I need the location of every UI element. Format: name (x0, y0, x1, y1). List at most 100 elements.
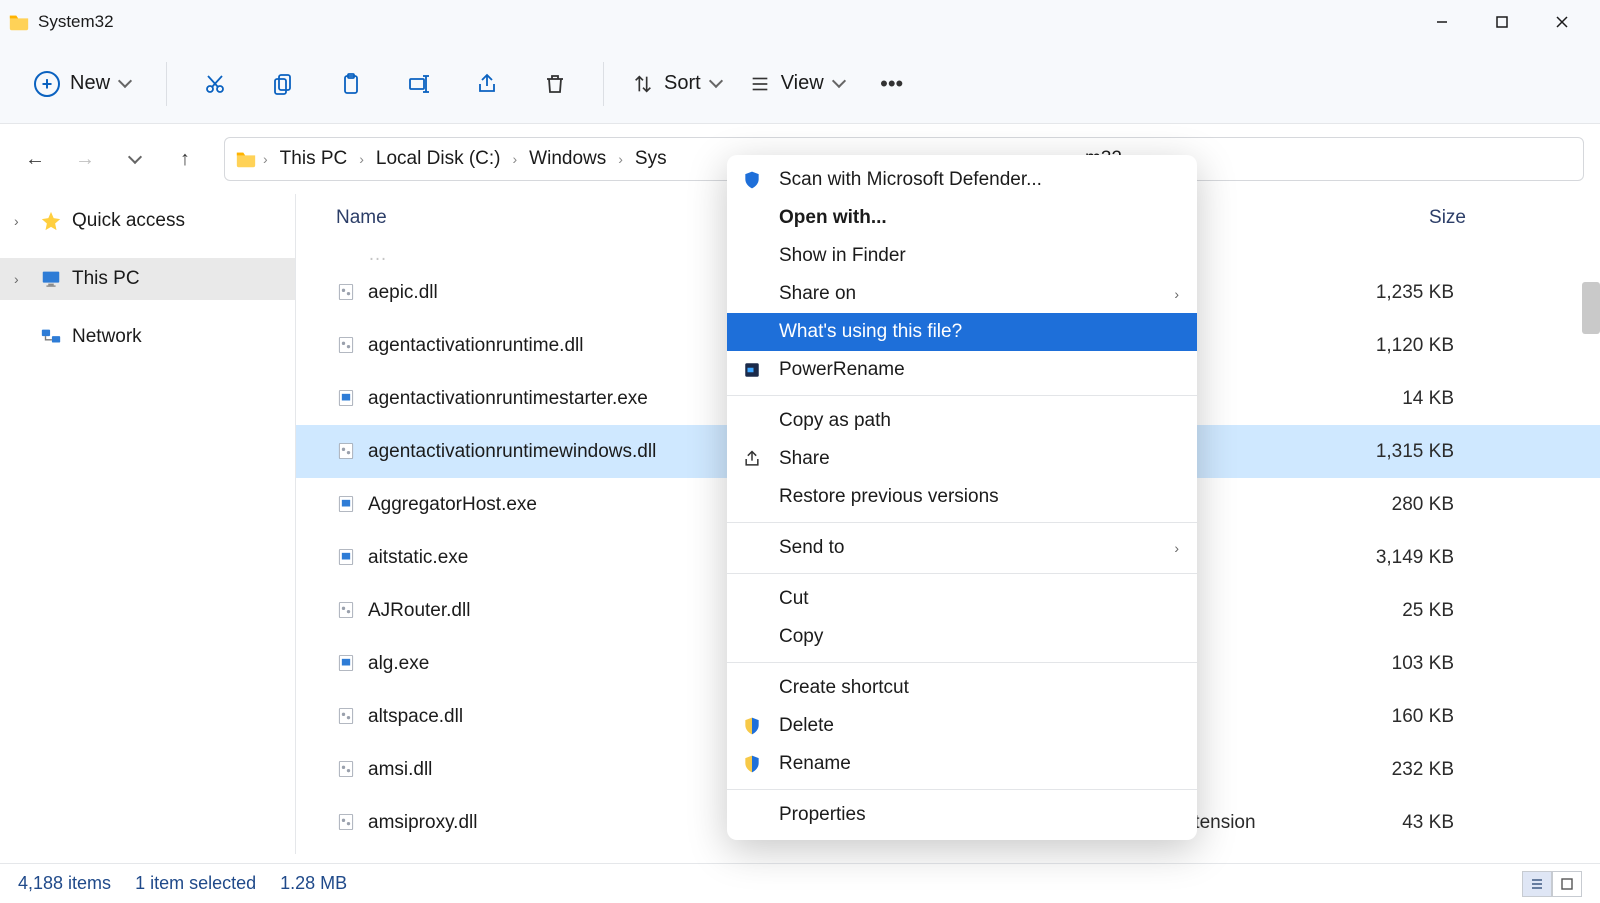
menu-item[interactable]: Share on › (727, 275, 1197, 313)
details-view-button[interactable] (1522, 871, 1552, 897)
file-size: 1,235 KB (1326, 282, 1466, 304)
menu-item[interactable]: Cut (727, 580, 1197, 618)
view-toggle (1522, 871, 1582, 897)
file-size: 1,315 KB (1326, 441, 1466, 463)
file-size: 232 KB (1326, 759, 1466, 781)
dll-icon (336, 812, 358, 834)
menu-label: Copy as path (779, 410, 891, 432)
menu-label: PowerRename (779, 359, 905, 381)
cut-button[interactable] (195, 64, 235, 104)
powerrename-icon (741, 359, 763, 381)
column-size[interactable]: Size (1326, 207, 1466, 229)
file-name: altspace.dll (368, 706, 463, 728)
shield-uac-icon (741, 715, 763, 737)
chevron-right-icon: › (1174, 286, 1179, 302)
close-button[interactable] (1532, 0, 1592, 44)
breadcrumb-item[interactable]: Local Disk (C:) (370, 144, 507, 174)
folder-icon (8, 11, 30, 33)
copy-button[interactable] (263, 64, 303, 104)
maximize-button[interactable] (1472, 0, 1532, 44)
menu-item[interactable]: Properties (727, 796, 1197, 834)
menu-item[interactable]: Scan with Microsoft Defender... (727, 161, 1197, 199)
breadcrumb-item[interactable]: This PC (274, 144, 354, 174)
menu-label: Share on (779, 283, 856, 305)
new-button[interactable]: + New (26, 65, 138, 103)
breadcrumb-item[interactable]: Windows (523, 144, 612, 174)
menu-label: Restore previous versions (779, 486, 999, 508)
sidebar-label: This PC (72, 268, 140, 290)
shield-blue-icon (741, 169, 763, 191)
menu-item[interactable]: Open with... (727, 199, 1197, 237)
menu-item[interactable]: What's using this file? (727, 313, 1197, 351)
menu-label: Copy (779, 626, 823, 648)
file-size: 1,120 KB (1326, 335, 1466, 357)
view-icon (749, 73, 771, 95)
new-label: New (70, 72, 110, 95)
view-button[interactable]: View (749, 72, 844, 95)
file-name: amsiproxy.dll (368, 812, 477, 834)
menu-item[interactable]: PowerRename (727, 351, 1197, 389)
file-name: agentactivationruntimewindows.dll (368, 441, 656, 463)
back-button[interactable]: ← (16, 140, 54, 178)
exe-icon (336, 547, 358, 569)
sort-button[interactable]: Sort (632, 72, 721, 95)
forward-button[interactable]: → (66, 140, 104, 178)
more-button[interactable]: ••• (872, 64, 912, 104)
menu-label: Share (779, 448, 830, 470)
separator (603, 62, 604, 106)
thumbnails-view-button[interactable] (1552, 871, 1582, 897)
folder-icon (235, 148, 257, 170)
chevron-down-icon (834, 72, 844, 95)
rename-button[interactable] (399, 64, 439, 104)
command-bar: + New Sort View ••• (0, 44, 1600, 124)
file-name: aitstatic.exe (368, 547, 468, 569)
shield-uac-icon (741, 753, 763, 775)
up-button[interactable]: ↑ (166, 140, 204, 178)
sidebar-item-quick-access[interactable]: › Quick access (0, 200, 295, 242)
file-name: AggregatorHost.exe (368, 494, 537, 516)
sidebar-item-this-pc[interactable]: › This PC (0, 258, 295, 300)
menu-item[interactable]: Copy (727, 618, 1197, 656)
recent-locations-button[interactable] (116, 140, 154, 178)
sidebar: › Quick access › This PC › Network (0, 194, 296, 854)
plus-icon: + (34, 71, 60, 97)
dll-icon (336, 759, 358, 781)
menu-label: Delete (779, 715, 834, 737)
menu-item[interactable]: Copy as path (727, 402, 1197, 440)
share-button[interactable] (467, 64, 507, 104)
menu-separator (727, 395, 1197, 396)
menu-label: Open with... (779, 207, 887, 229)
chevron-right-icon: › (263, 151, 268, 167)
scrollbar-thumb[interactable] (1582, 282, 1600, 334)
chevron-right-icon: › (14, 213, 30, 229)
menu-item[interactable]: Show in Finder (727, 237, 1197, 275)
minimize-button[interactable] (1412, 0, 1472, 44)
menu-label: Create shortcut (779, 677, 909, 699)
file-name: agentactivationruntime.dll (368, 335, 583, 357)
sidebar-item-network[interactable]: › Network (0, 316, 295, 358)
star-icon (40, 210, 62, 232)
file-size: 280 KB (1326, 494, 1466, 516)
menu-item[interactable]: Restore previous versions (727, 478, 1197, 516)
menu-separator (727, 522, 1197, 523)
file-size: 25 KB (1326, 600, 1466, 622)
file-size: 14 KB (1326, 388, 1466, 410)
chevron-right-icon: › (14, 271, 30, 287)
chevron-right-icon: › (513, 151, 518, 167)
share-icon (741, 448, 763, 470)
menu-item[interactable]: Share (727, 440, 1197, 478)
exe-icon (336, 388, 358, 410)
paste-button[interactable] (331, 64, 371, 104)
sidebar-label: Network (72, 326, 142, 348)
status-count: 4,188 items (18, 873, 111, 894)
menu-item[interactable]: Create shortcut (727, 669, 1197, 707)
file-size: 160 KB (1326, 706, 1466, 728)
breadcrumb-item[interactable]: Sys (629, 144, 673, 174)
menu-item[interactable]: Rename (727, 745, 1197, 783)
window-title: System32 (38, 12, 114, 32)
dll-icon (336, 706, 358, 728)
delete-button[interactable] (535, 64, 575, 104)
menu-item[interactable]: Delete (727, 707, 1197, 745)
chevron-down-icon (120, 72, 130, 95)
menu-item[interactable]: Send to› (727, 529, 1197, 567)
